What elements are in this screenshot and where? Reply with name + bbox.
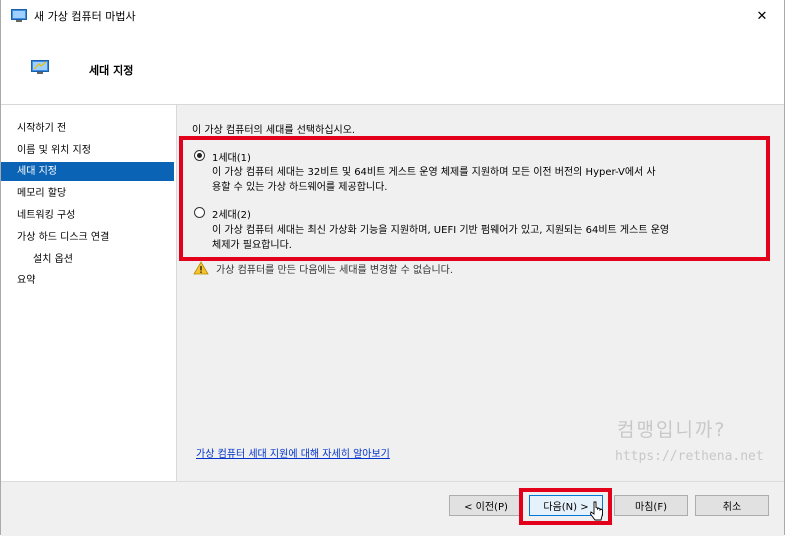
wizard-footer: < 이전(P) 다음(N) > 마침(F) 취소 bbox=[1, 481, 784, 536]
sidebar-item-before-you-begin[interactable]: 시작하기 전 bbox=[1, 119, 174, 138]
watermark-title: 컴맹입니까? bbox=[617, 419, 727, 441]
learn-more-link[interactable]: 가상 컴퓨터 세대 지원에 대해 자세히 알아보기 bbox=[196, 445, 390, 460]
close-icon: ✕ bbox=[756, 8, 768, 24]
virtual-machine-icon bbox=[11, 9, 27, 22]
cancel-button[interactable]: 취소 bbox=[695, 495, 769, 516]
sidebar-item-summary[interactable]: 요약 bbox=[1, 271, 174, 290]
warning-icon bbox=[193, 261, 209, 275]
warning-text: 가상 컴퓨터를 만든 다음에는 세대를 변경할 수 없습니다. bbox=[216, 265, 454, 276]
sidebar-item-virtual-disk[interactable]: 가상 하드 디스크 연결 bbox=[1, 228, 174, 247]
sidebar-item-memory[interactable]: 메모리 할당 bbox=[1, 184, 174, 203]
instruction-text: 이 가상 컴퓨터의 세대를 선택하십시오. bbox=[192, 125, 356, 136]
sidebar-item-install-options[interactable]: 설치 옵션 bbox=[1, 250, 174, 269]
virtual-machine-icon bbox=[31, 60, 49, 74]
title-bar: 새 가상 컴퓨터 마법사 ✕ bbox=[1, 0, 784, 32]
wizard-steps-sidebar: 시작하기 전 이름 및 위치 지정 세대 지정 메모리 할당 네트워킹 구성 가… bbox=[1, 105, 177, 481]
wizard-window: 새 가상 컴퓨터 마법사 ✕ 세대 지정 시작하기 전 이름 및 위치 지정 세… bbox=[0, 0, 785, 536]
page-title: 세대 지정 bbox=[89, 64, 134, 77]
wizard-header: 세대 지정 bbox=[1, 32, 784, 105]
previous-button[interactable]: < 이전(P) bbox=[449, 495, 523, 516]
finish-button[interactable]: 마침(F) bbox=[614, 495, 688, 516]
sidebar-item-generation[interactable]: 세대 지정 bbox=[1, 162, 174, 181]
close-button[interactable]: ✕ bbox=[740, 0, 784, 32]
highlight-box-options bbox=[179, 136, 770, 261]
mouse-cursor-icon bbox=[590, 501, 603, 521]
sidebar-item-name-location[interactable]: 이름 및 위치 지정 bbox=[1, 141, 174, 160]
sidebar-item-networking[interactable]: 네트워킹 구성 bbox=[1, 206, 174, 225]
content-panel: 이 가상 컴퓨터의 세대를 선택하십시오. 1세대(1) 이 가상 컴퓨터 세대… bbox=[177, 105, 784, 481]
window-title: 새 가상 컴퓨터 마법사 bbox=[34, 10, 136, 23]
watermark-url: https://rethena.net bbox=[615, 449, 764, 464]
